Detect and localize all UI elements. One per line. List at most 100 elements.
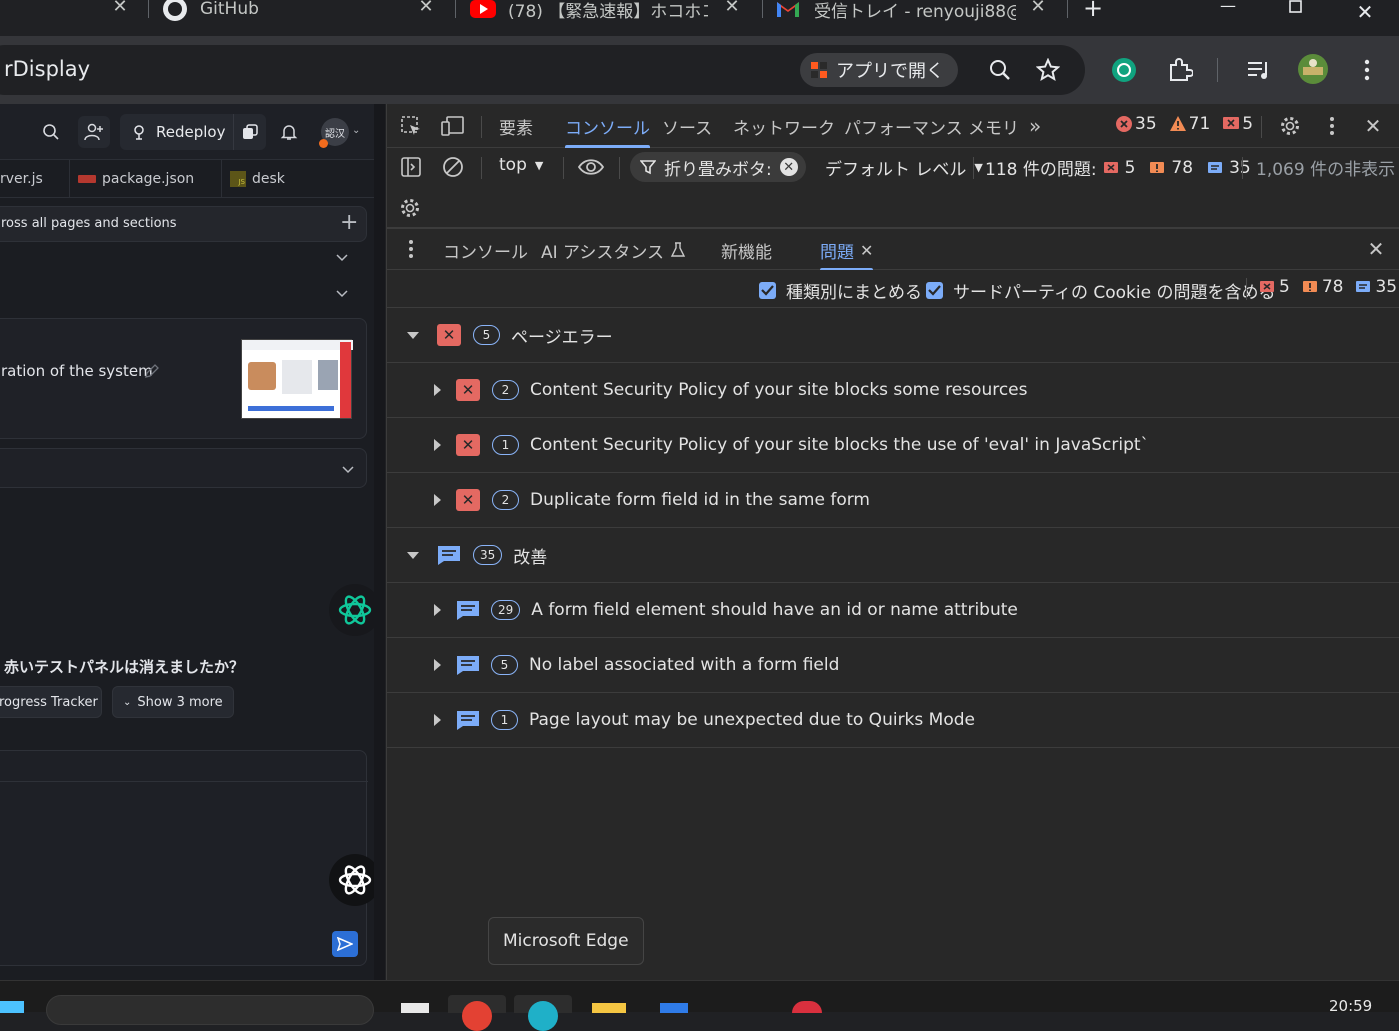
media-control-icon[interactable] (1243, 54, 1275, 86)
close-window-icon[interactable]: ✕ (1345, 0, 1385, 24)
taskbar-search-box[interactable] (46, 995, 374, 1025)
search-icon[interactable] (35, 116, 67, 148)
tab-elements[interactable]: 要素 (499, 104, 533, 148)
extensions-icon[interactable] (1164, 54, 1196, 86)
context-selector[interactable]: top ▼ (499, 155, 543, 175)
inspect-element-icon[interactable] (395, 110, 427, 142)
chatgpt-extension-icon[interactable] (1108, 54, 1140, 86)
live-expression-eye-icon[interactable] (575, 151, 607, 183)
issue-row[interactable]: ✕ 1 Content Security Policy of your site… (387, 418, 1399, 473)
drawer-tab-ai-assistance[interactable]: AI アシスタンス (541, 229, 686, 271)
sidebar-toggle-icon[interactable] (395, 151, 427, 183)
taskbar-app-slot[interactable] (448, 995, 506, 1031)
restore-icon[interactable] (1276, 0, 1316, 16)
divider (563, 157, 564, 179)
group-label: ページエラー (511, 327, 613, 348)
chip-label: rogress Tracker (0, 694, 98, 710)
device-toolbar-icon[interactable] (437, 110, 469, 142)
issue-row[interactable]: ✕ 2 Duplicate form field id in the same … (387, 473, 1399, 528)
issue-group-improvements[interactable]: 35 改善 (387, 528, 1399, 583)
chevron-down-icon[interactable] (335, 286, 349, 300)
filter-chip[interactable]: 折り畳みボタ: ✕ (630, 152, 806, 182)
edit-pencil-icon[interactable] (144, 363, 160, 379)
tab-close-icon[interactable]: ✕ (1026, 0, 1050, 16)
profile-avatar[interactable] (1297, 53, 1329, 85)
bookmark-star-icon[interactable] (1032, 54, 1064, 86)
tab-gmail[interactable]: 受信トレイ - renyouji88@g (776, 0, 1016, 27)
avatar-chevron-down-icon[interactable]: ⌄ (352, 125, 360, 136)
devtools-counts[interactable]: 35 71 5 (1115, 114, 1253, 134)
notifications-bell-icon[interactable] (273, 116, 305, 148)
third-party-cookie-checkbox[interactable]: サードパーティの Cookie の問題を含める (926, 278, 1276, 303)
address-text[interactable]: rDisplay (4, 57, 90, 81)
progress-tracker-chip[interactable]: rogress Tracker (0, 686, 102, 718)
add-icon[interactable]: + (340, 210, 358, 235)
panel-scrollbar[interactable] (374, 104, 385, 980)
file-tab-package[interactable]: package.json (70, 160, 222, 198)
drawer-menu-icon[interactable] (395, 233, 427, 265)
minimize-icon[interactable]: — (1208, 0, 1248, 15)
devtools-menu-icon[interactable] (1316, 110, 1348, 142)
more-menu-icon[interactable] (1351, 54, 1383, 86)
tab-youtube[interactable]: (78) 【緊急速報】ホコホコに (470, 0, 708, 27)
tab-close-icon[interactable]: ✕ (414, 0, 438, 16)
file-tab-server[interactable]: rver.js (0, 160, 70, 198)
send-button[interactable] (332, 931, 358, 957)
tab-memory[interactable]: メモリ (968, 104, 1019, 148)
tab-console[interactable]: コンソール (565, 104, 650, 148)
console-settings-gear-icon[interactable] (394, 192, 426, 224)
windows-start-icon[interactable] (0, 1001, 24, 1013)
issue-row[interactable]: 29 A form field element should have an i… (387, 583, 1399, 638)
tab-close-icon[interactable]: ✕ (108, 0, 132, 16)
drawer-tab-issues[interactable]: 問題 ✕ (820, 229, 874, 271)
error-x-icon: ✕ (437, 324, 461, 346)
close-tab-icon[interactable]: ✕ (860, 241, 873, 260)
close-drawer-icon[interactable]: ✕ (1360, 233, 1392, 265)
drawer-tab-console[interactable]: コンソール (443, 229, 528, 271)
hidden-count[interactable]: 1,069 件の非表示 (1256, 155, 1395, 180)
tab-sources[interactable]: ソース (662, 104, 712, 148)
chevron-down-icon[interactable] (335, 250, 349, 264)
group-by-kind-checkbox[interactable]: 種類別にまとめる (759, 278, 922, 303)
taskbar-clock[interactable]: 20:59 (1329, 997, 1372, 1015)
taskbar-app-icon[interactable] (792, 1001, 822, 1013)
tab-performance[interactable]: パフォーマンス (844, 104, 963, 148)
close-devtools-icon[interactable]: ✕ (1357, 110, 1389, 142)
chat-input-box[interactable] (0, 750, 368, 966)
more-tabs-chevron-icon[interactable]: » (1029, 104, 1041, 148)
issues-info-count: 35 (1229, 157, 1251, 178)
filter-text: 折り畳みボタ: (664, 159, 772, 180)
issues-count-value: 5 (1242, 114, 1254, 134)
taskbar-edge-slot[interactable] (514, 995, 572, 1031)
issue-group-page-errors[interactable]: ✕ 5 ページエラー (387, 308, 1399, 363)
issue-row[interactable]: ✕ 2 Content Security Policy of your site… (387, 363, 1399, 418)
open-in-app-button[interactable]: アプリで開く (800, 53, 958, 87)
new-tab-icon[interactable]: + (1073, 0, 1113, 22)
project-card[interactable]: ration of the system (0, 318, 367, 439)
drawer-tab-whats-new[interactable]: 新機能 (721, 229, 772, 271)
chip-label: Show 3 more (137, 694, 223, 710)
add-user-icon[interactable] (78, 116, 110, 148)
collapsed-section[interactable] (0, 448, 367, 488)
settings-gear-icon[interactable] (1274, 110, 1306, 142)
search-scope-bar[interactable]: ross all pages and sections + (0, 206, 367, 242)
show-more-chip[interactable]: ⌄ Show 3 more (112, 686, 234, 718)
clear-filter-icon[interactable]: ✕ (779, 158, 798, 176)
issue-flag-icon (1223, 117, 1240, 129)
issue-row[interactable]: 1 Page layout may be unexpected due to Q… (387, 693, 1399, 748)
clear-console-icon[interactable] (437, 151, 469, 183)
message-icon (455, 709, 481, 731)
address-bar[interactable]: rDisplay アプリで開く (0, 45, 1085, 95)
zoom-icon[interactable] (984, 54, 1016, 86)
error-x-icon: ✕ (456, 434, 480, 456)
tab-network[interactable]: ネットワーク (733, 104, 835, 148)
issue-row[interactable]: 5 No label associated with a form field (387, 638, 1399, 693)
issues-summary-link[interactable]: 118 件の問題: 5 78 35 (985, 155, 1251, 181)
log-levels-dropdown[interactable]: デフォルト レベル ▼ (825, 155, 983, 180)
tab-close-icon[interactable]: ✕ (720, 0, 744, 16)
redeploy-button[interactable]: Redeploy (120, 114, 266, 150)
file-tab-desk[interactable]: JS desk (222, 160, 374, 198)
copy-icon[interactable] (242, 124, 258, 140)
tab-github[interactable]: GitHub (162, 0, 412, 27)
js-file-icon: JS (230, 171, 246, 187)
